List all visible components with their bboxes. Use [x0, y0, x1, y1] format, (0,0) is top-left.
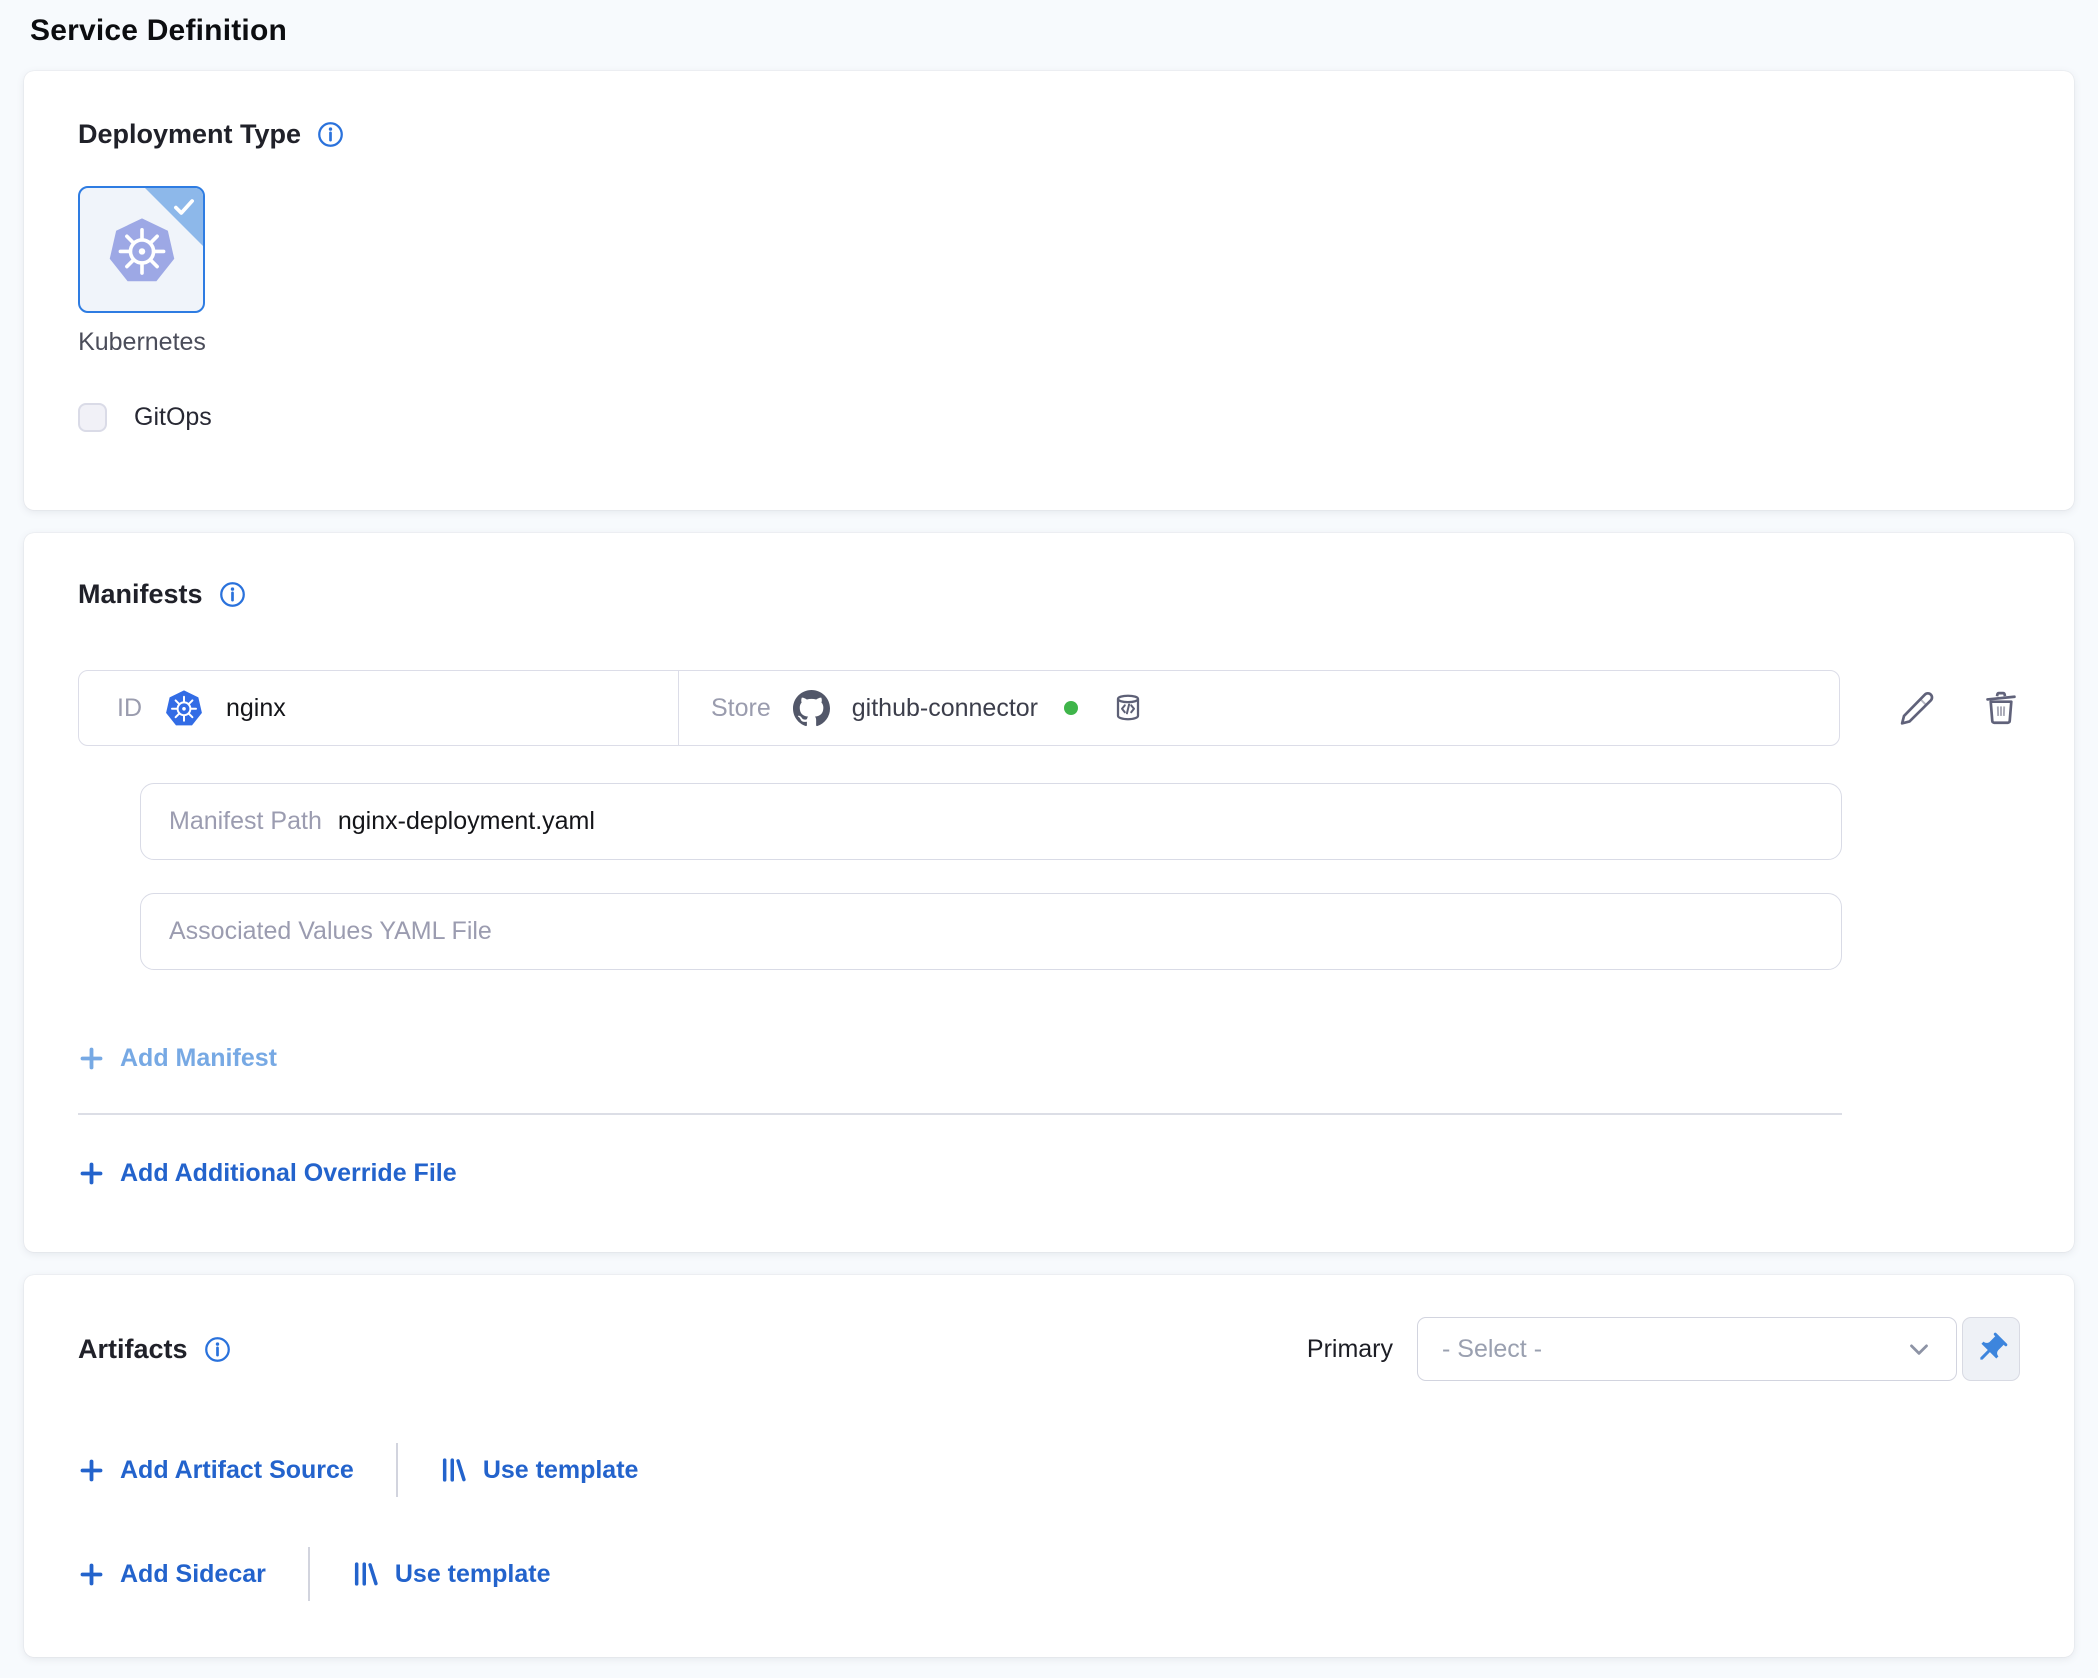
manifest-id-label: ID	[117, 694, 142, 723]
add-artifact-source-button[interactable]: Add Artifact Source	[78, 1456, 354, 1485]
chevron-down-icon	[1904, 1334, 1934, 1364]
values-yaml-input[interactable]	[169, 917, 1813, 946]
manifest-store-cell[interactable]: Store github-connector	[679, 671, 1839, 745]
deployment-type-card: Deployment Type Kubernetes GitOps	[24, 71, 2074, 510]
pushpin-icon	[1973, 1331, 2009, 1367]
delete-manifest-button[interactable]	[1982, 689, 2020, 727]
primary-artifact-label: Primary	[1307, 1335, 1393, 1364]
trash-icon	[1982, 689, 2020, 727]
manifest-path-field: Manifest Path	[140, 783, 1842, 860]
manifest-store-label: Store	[711, 694, 771, 723]
add-override-file-button[interactable]: Add Additional Override File	[78, 1159, 457, 1188]
kubernetes-icon	[164, 688, 204, 728]
service-definition-page: Service Definition Deployment Type Kuber…	[0, 0, 2098, 1678]
pencil-icon	[1898, 689, 1936, 727]
use-template-sidecar-button[interactable]: Use template	[352, 1560, 551, 1589]
divider	[308, 1547, 310, 1601]
deployment-type-tile-kubernetes[interactable]	[78, 186, 205, 313]
deployment-type-heading: Deployment Type	[78, 119, 301, 150]
info-icon[interactable]	[317, 121, 344, 148]
divider	[396, 1443, 398, 1497]
edit-manifest-button[interactable]	[1898, 689, 1936, 727]
template-library-icon	[352, 1560, 380, 1588]
use-template-artifact-button[interactable]: Use template	[440, 1456, 639, 1485]
plus-icon	[78, 1561, 105, 1588]
gitops-checkbox[interactable]	[78, 403, 107, 432]
gitops-label: GitOps	[134, 403, 212, 432]
info-icon[interactable]	[204, 1336, 231, 1363]
manifest-id-value: nginx	[226, 694, 286, 723]
manifests-heading: Manifests	[78, 579, 203, 610]
manifest-id-cell[interactable]: ID nginx	[79, 671, 679, 745]
plus-icon	[78, 1045, 105, 1072]
manifest-row: ID nginx Store github-connector	[78, 670, 2020, 746]
manifest-path-prefix: Manifest Path	[169, 807, 322, 836]
add-sidecar-button[interactable]: Add Sidecar	[78, 1560, 266, 1589]
deployment-type-label: Kubernetes	[47, 328, 237, 357]
pin-primary-artifact-button[interactable]	[1962, 1317, 2020, 1381]
values-yaml-field	[140, 893, 1842, 970]
manifests-card: Manifests ID nginx Store github-connecto…	[24, 533, 2074, 1252]
artifacts-card: Artifacts Primary - Select -	[24, 1275, 2074, 1657]
artifacts-heading: Artifacts	[78, 1334, 188, 1365]
plus-icon	[78, 1457, 105, 1484]
primary-artifact-select[interactable]: - Select -	[1417, 1317, 1957, 1381]
check-icon	[171, 194, 197, 220]
page-title: Service Definition	[24, 14, 2074, 48]
manifest-path-input[interactable]	[338, 807, 1813, 836]
connector-status-dot	[1064, 701, 1078, 715]
add-manifest-button[interactable]: Add Manifest	[78, 1044, 277, 1073]
plus-icon	[78, 1160, 105, 1187]
connector-name: github-connector	[852, 694, 1038, 723]
template-library-icon	[440, 1456, 468, 1484]
code-container-icon[interactable]	[1112, 692, 1144, 724]
github-icon	[793, 690, 830, 727]
info-icon[interactable]	[219, 581, 246, 608]
